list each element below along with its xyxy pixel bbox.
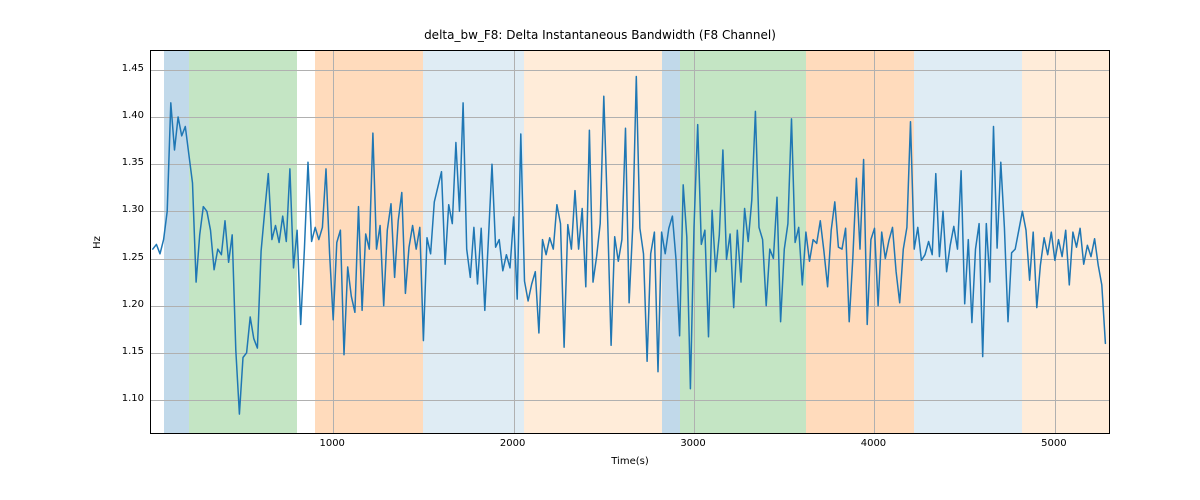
y-tick-label: 1.10 [110, 393, 144, 404]
x-tick-label: 4000 [843, 438, 903, 449]
y-tick-label: 1.25 [110, 252, 144, 263]
x-tick-label: 5000 [1024, 438, 1084, 449]
y-tick-label: 1.20 [110, 299, 144, 310]
data-line [153, 77, 1106, 415]
x-tick-label: 3000 [663, 438, 723, 449]
y-axis-label: Hz [90, 50, 104, 434]
x-tick-label: 2000 [483, 438, 543, 449]
y-tick-label: 1.45 [110, 63, 144, 74]
y-tick-label: 1.15 [110, 346, 144, 357]
plot-area [150, 50, 1110, 434]
y-tick-label: 1.40 [110, 110, 144, 121]
y-tick-label: 1.30 [110, 204, 144, 215]
x-axis-label: Time(s) [150, 456, 1110, 467]
chart-figure: delta_bw_F8: Delta Instantaneous Bandwid… [0, 0, 1200, 500]
y-tick-label: 1.35 [110, 157, 144, 168]
line-series [151, 51, 1109, 433]
chart-title: delta_bw_F8: Delta Instantaneous Bandwid… [0, 28, 1200, 42]
x-tick-label: 1000 [302, 438, 362, 449]
